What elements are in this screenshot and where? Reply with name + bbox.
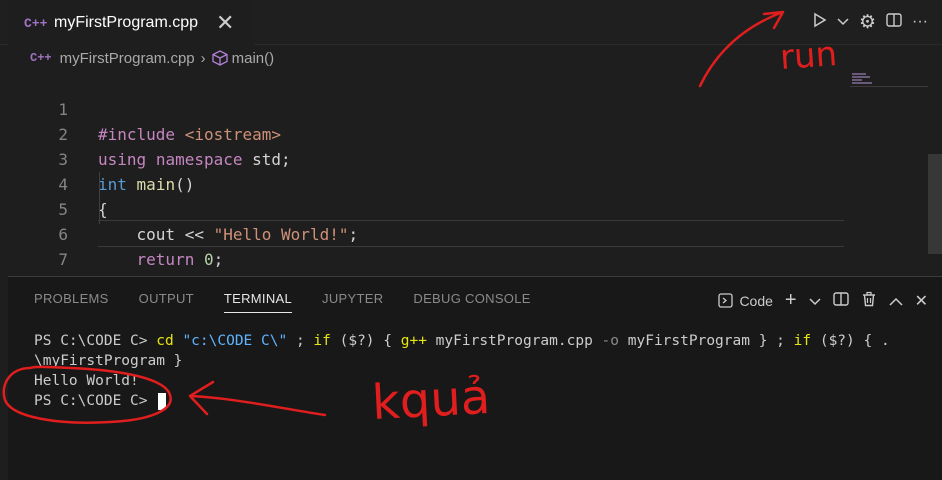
cpp-file-icon: C++ — [30, 51, 52, 65]
trash-icon[interactable] — [861, 291, 877, 310]
new-terminal-chevron-icon[interactable] — [809, 293, 821, 309]
terminal-token: ; — [776, 333, 785, 349]
minimap-line — [852, 79, 862, 81]
terminal-token: { — [383, 333, 392, 349]
breadcrumb-file[interactable]: myFirstProgram.cpp — [60, 50, 195, 67]
breadcrumb-symbol[interactable]: main() — [232, 50, 275, 67]
terminal-token: cd — [156, 333, 174, 349]
code-token: return — [136, 250, 195, 269]
tab-title: myFirstProgram.cpp — [54, 14, 199, 31]
terminal-token: g++ — [400, 333, 427, 349]
terminal-token: ($?) — [819, 333, 855, 349]
code-line: 1 #include <iostream> — [0, 72, 860, 144]
terminal-prompt: PS C:\CODE C> — [34, 393, 148, 409]
current-line-highlight — [98, 220, 844, 247]
code-line: 3 int main() — [0, 122, 860, 194]
code-line: 4 { — [0, 147, 860, 219]
minimap-line — [852, 82, 872, 84]
terminal-token: ($?) — [339, 333, 375, 349]
split-editor-icon[interactable] — [886, 12, 902, 33]
panel-tabs: PROBLEMS OUTPUT TERMINAL JUPYTER DEBUG C… — [34, 291, 531, 313]
terminal-program-output: Hello World! — [34, 373, 139, 389]
terminal-token: } — [758, 333, 768, 349]
symbol-method-icon — [211, 50, 228, 66]
tab-jupyter[interactable]: JUPYTER — [322, 291, 383, 313]
indent-guide — [99, 172, 100, 224]
tab-problems[interactable]: PROBLEMS — [34, 291, 109, 313]
split-terminal-icon[interactable] — [832, 291, 849, 310]
terminal-token: if — [793, 333, 812, 349]
cpp-file-icon: C++ — [24, 15, 48, 31]
terminal-token: { . — [863, 333, 890, 349]
line-number: 7 — [58, 250, 68, 269]
terminal-token: "c:\CODE C\" — [182, 333, 288, 349]
tab-output[interactable]: OUTPUT — [139, 291, 194, 313]
tab-debug-console[interactable]: DEBUG CONSOLE — [413, 291, 530, 313]
chevron-right-icon: › — [200, 49, 206, 67]
minimap-line — [852, 73, 866, 75]
terminal-token: myFirstProgram — [627, 333, 750, 349]
result-annotation-text: kquả — [370, 368, 492, 432]
more-actions-icon[interactable]: ··· — [912, 13, 928, 31]
code-token: 0 — [203, 250, 214, 269]
settings-gear-icon[interactable]: ⚙ — [859, 11, 876, 34]
terminal-cursor — [158, 392, 167, 410]
terminal-token: myFirstProgram.cpp — [435, 333, 593, 349]
terminal-token: -o — [601, 333, 620, 349]
editor-scrollbar[interactable] — [928, 72, 942, 272]
close-panel-icon[interactable]: ✕ — [915, 291, 928, 311]
panel-actions: Code + ✕ — [718, 289, 928, 312]
tab-terminal[interactable]: TERMINAL — [223, 291, 293, 313]
run-annotation-text: run — [778, 34, 839, 78]
maximize-panel-icon[interactable] — [889, 293, 903, 309]
run-menu-chevron-icon[interactable] — [837, 13, 849, 31]
scrollbar-thumb[interactable] — [928, 154, 942, 254]
minimap-line — [852, 76, 870, 78]
editor-tab[interactable]: C++ myFirstProgram.cpp ✕ — [8, 0, 254, 45]
terminal-shell-selector[interactable]: Code — [718, 292, 773, 309]
terminal-token: ; — [295, 333, 305, 349]
code-line: 6 return 0; — [0, 197, 860, 269]
terminal-icon — [718, 293, 734, 308]
terminal-prompt: PS C:\CODE C> — [34, 333, 148, 349]
code-line: 5 cout << "Hello World!"; — [0, 172, 860, 244]
code-line: 2 using namespace std; — [0, 97, 860, 169]
terminal-token: \myFirstProgram } — [34, 353, 183, 369]
minimap[interactable] — [850, 72, 928, 87]
shell-label: Code — [739, 292, 773, 309]
terminal-token: if — [313, 333, 331, 349]
code-token: ; — [213, 250, 224, 269]
close-tab-icon[interactable]: ✕ — [216, 12, 234, 34]
run-icon[interactable] — [813, 12, 827, 33]
new-terminal-plus-icon[interactable]: + — [785, 289, 797, 312]
